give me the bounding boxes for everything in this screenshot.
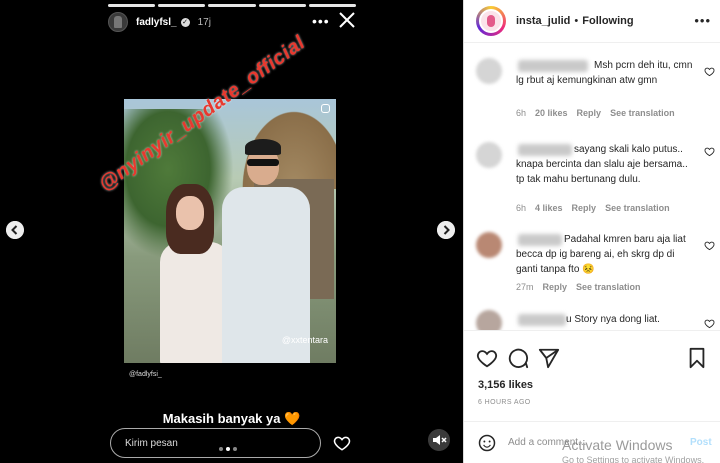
comment-avatar[interactable] <box>476 310 502 330</box>
post-username[interactable]: insta_julid <box>516 15 570 27</box>
activate-windows-title: Activate Windows <box>562 437 673 453</box>
photo-handle: @xxtentara <box>281 335 328 345</box>
post-panel: insta_julid • Following ••• Msh pcrn deh… <box>463 0 720 463</box>
app-window: fadlyfsl_ ✓ 17j ••• @xxtentara @nyinyir_… <box>0 0 720 463</box>
comment-text: u Story nya dong liat. <box>566 314 660 325</box>
comment-likes[interactable]: 4 likes <box>535 203 563 213</box>
comment-likes[interactable]: 20 likes <box>535 108 568 118</box>
reply-placeholder: Kirim pesan <box>125 438 178 449</box>
post-button[interactable]: Post <box>690 437 712 448</box>
activate-windows-subtitle: Go to Settings to activate Windows. <box>562 455 705 463</box>
post-actions: 3,156 likes 6 HOURS AGO <box>464 330 720 420</box>
comment-meta: 27m Reply See translation <box>516 282 641 292</box>
bookmark-icon[interactable] <box>686 347 708 369</box>
comment-meta: 6h 20 likes Reply See translation <box>516 108 675 118</box>
post-timestamp: 6 HOURS AGO <box>478 399 531 406</box>
comment-avatar[interactable] <box>476 232 502 258</box>
comment-text: sayang skali kalo putus.. knapa bercinta… <box>516 144 688 185</box>
following-button[interactable]: Following <box>582 15 633 27</box>
reply-button[interactable]: Reply <box>543 282 568 292</box>
story-progress-bar <box>108 4 357 7</box>
more-options-icon[interactable]: ••• <box>694 13 711 28</box>
pagination-dots <box>219 447 237 451</box>
more-icon[interactable]: ••• <box>312 14 330 28</box>
see-translation-link[interactable]: See translation <box>610 108 675 118</box>
emoji-icon[interactable] <box>478 434 496 452</box>
comment-heart-icon[interactable] <box>704 318 715 329</box>
comment-icon[interactable] <box>507 347 529 369</box>
chevron-left-icon[interactable] <box>6 221 24 239</box>
reply-input[interactable]: Kirim pesan <box>110 428 321 458</box>
caption-text: Makasih banyak ya <box>162 411 281 426</box>
verified-icon: ✓ <box>180 17 190 27</box>
comment-text: Msh pcrn deh itu, cmn lg rbut aj kemungk… <box>516 60 693 86</box>
share-icon[interactable] <box>538 347 560 369</box>
story-time: 17j <box>197 16 211 28</box>
comment-avatar[interactable] <box>476 58 502 84</box>
likes-count[interactable]: 3,156 likes <box>478 379 533 391</box>
separator-dot: • <box>574 15 579 27</box>
comment-heart-icon[interactable] <box>704 146 715 157</box>
reply-button[interactable]: Reply <box>577 108 602 118</box>
chevron-right-icon[interactable] <box>437 221 455 239</box>
close-icon[interactable] <box>337 10 357 30</box>
heart-icon[interactable] <box>333 434 351 452</box>
post-avatar[interactable] <box>476 6 506 36</box>
post-header: insta_julid • Following ••• <box>464 0 720 43</box>
comment-list[interactable]: Msh pcrn deh itu, cmn lg rbut aj kemungk… <box>464 44 720 330</box>
story-caption: Makasih banyak ya 🧡 <box>0 411 463 427</box>
mute-icon[interactable] <box>428 429 450 451</box>
see-translation-link[interactable]: See translation <box>576 282 641 292</box>
like-heart-icon[interactable] <box>476 347 498 369</box>
comment-time: 6h <box>516 203 527 213</box>
see-translation-link[interactable]: See translation <box>605 203 670 213</box>
story-avatar[interactable] <box>108 12 128 32</box>
comment-meta: 6h 4 likes Reply See translation <box>516 203 670 213</box>
comment-time: 27m <box>516 282 534 292</box>
reply-button[interactable]: Reply <box>572 203 597 213</box>
story-username[interactable]: fadlyfsl_ <box>136 17 177 28</box>
story-tag: @fadlyfsi_ <box>129 371 162 378</box>
instagram-icon <box>321 104 330 113</box>
comment-time: 6h <box>516 108 527 118</box>
comment-text: Padahal kmren baru aja liat becca dp ig … <box>516 234 686 275</box>
man-figure <box>212 139 322 363</box>
comment-avatar[interactable] <box>476 142 502 168</box>
story-viewer: fadlyfsl_ ✓ 17j ••• @xxtentara @nyinyir_… <box>0 0 463 463</box>
comment-heart-icon[interactable] <box>704 240 715 251</box>
comment-heart-icon[interactable] <box>704 66 715 77</box>
orange-heart-icon: 🧡 <box>284 411 301 426</box>
